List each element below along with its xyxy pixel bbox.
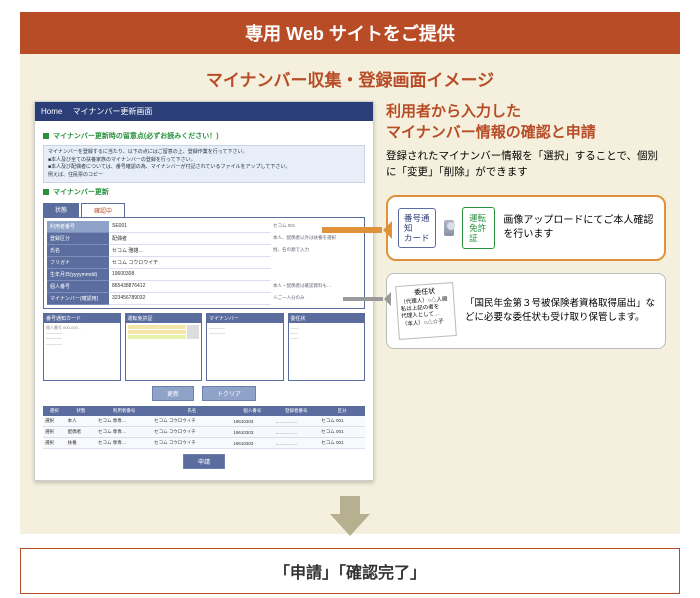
th: 登録者番号 xyxy=(273,406,319,416)
form: 利用者番号SE001セコム 001 登録区分配偶者本人、配偶者以外は扶養を選択 … xyxy=(43,217,365,309)
hero-banner: 専用 Web サイトをご提供 xyxy=(20,12,680,54)
callout-upload-text: 画像アップロードにてご本人確認を行います xyxy=(503,214,654,242)
card-tsuchi[interactable]: 番号通知カード個人番号 000-000…―――――――――――― xyxy=(43,313,121,381)
pointer-icon xyxy=(322,221,392,239)
records-table: 選択 状態 利用者番号 氏名 個人番号 登録者番号 区分 選択本人セコム 専専…… xyxy=(43,406,365,449)
tab-status[interactable]: 状態 xyxy=(43,203,79,217)
th: 氏名 xyxy=(152,406,231,416)
f-lab: 個人番号 xyxy=(47,281,109,293)
lead-line2: マイナンバー情報の確認と申請 xyxy=(386,122,666,143)
f-lab: 利用者番号 xyxy=(47,221,109,233)
f-val[interactable]: 配偶者 xyxy=(109,233,271,245)
tag-tsuchi-card: 番号通知カード xyxy=(398,208,436,249)
callout-upload: 番号通知カード 運転免許証 画像アップロードにてご本人確認を行います xyxy=(386,195,666,262)
note-line: マイナンバーを登録するに当たり、以下の点にはご留意の上、登録作業を行って下さい。 xyxy=(48,149,360,157)
note-line: ■本人及び全ての扶養家族のマイナンバーの登録を行って下さい。 xyxy=(48,157,360,165)
stage: マイナンバー収集・登録画面イメージ Home マイナンバー更新画面 マイナンバー… xyxy=(20,54,680,534)
callout-ininjo: 委任状 （代理人）○△人殿 私は上記の者を 代理人として… （本人）○△☆子 「… xyxy=(386,273,666,349)
table-row[interactable]: 選択配偶者セコム 専専…セコム コウロウイチ19610303……………セコム 0… xyxy=(43,427,365,438)
nav-bar: Home マイナンバー更新画面 xyxy=(35,102,373,121)
section-update-title: マイナンバー更新 xyxy=(43,187,365,197)
f-val[interactable]: 19600308 xyxy=(109,269,271,281)
f-val[interactable]: セコム コウロウイチ xyxy=(109,257,271,269)
right-column: 利用者から入力した マイナンバー情報の確認と申請 登録されたマイナンバー情報を「… xyxy=(386,101,666,349)
card-ininjo[interactable]: 委任状―――――― xyxy=(288,313,366,381)
footer-step: 「申請」「確認完了」 xyxy=(20,548,680,594)
tabs: 状態 確認中 xyxy=(43,203,365,217)
f-ext xyxy=(271,269,361,281)
submit-button[interactable]: 申請 xyxy=(183,454,225,469)
clear-button[interactable]: トクリア xyxy=(202,386,256,401)
nav-home[interactable]: Home xyxy=(41,107,62,116)
tab-confirming[interactable]: 確認中 xyxy=(81,203,125,217)
f-lab: 生年月日(yyyymmdd) xyxy=(47,269,109,281)
f-val[interactable]: セコム 雅雄… xyxy=(109,245,271,257)
update-button[interactable]: 更新 xyxy=(152,386,194,401)
card-mynumber[interactable]: マイナンバー―――――――― xyxy=(206,313,284,381)
f-ext: 姓、名の順で入力 xyxy=(271,245,361,257)
doc-cards: 番号通知カード個人番号 000-000…―――――――――――― 運転免許証 マ… xyxy=(43,313,365,381)
f-val[interactable]: 323456789032 xyxy=(109,293,271,305)
table-row[interactable]: 選択扶養セコム 専専…セコム コウロウイチ19610303……………セコム 00… xyxy=(43,438,365,449)
f-val[interactable]: 865438876412 xyxy=(109,281,271,293)
th: 選択 xyxy=(43,406,66,416)
f-lab: マイナンバー(確認用) xyxy=(47,293,109,305)
f-lab: フリガナ xyxy=(47,257,109,269)
th: 個人番号 xyxy=(231,406,273,416)
f-ext xyxy=(271,257,361,269)
ininjo-memo: 委任状 （代理人）○△人殿 私は上記の者を 代理人として… （本人）○△☆子 xyxy=(395,282,457,340)
person-icon xyxy=(444,220,455,236)
f-lab: 氏名 xyxy=(47,245,109,257)
tag-license: 運転免許証 xyxy=(462,207,495,250)
lead-line1: 利用者から入力した xyxy=(386,101,666,122)
f-lab: 登録区分 xyxy=(47,233,109,245)
notice-box: マイナンバーを登録するに当たり、以下の点にはご留意の上、登録作業を行って下さい。… xyxy=(43,145,365,183)
nav-crumb: マイナンバー更新画面 xyxy=(73,107,153,116)
table-row[interactable]: 選択本人セコム 専専…セコム コウロウイチ19610303……………セコム 00… xyxy=(43,416,365,427)
th: 状態 xyxy=(66,406,96,416)
pointer-icon xyxy=(343,292,391,306)
note-line: 例えば、住民票のコピー xyxy=(48,172,360,180)
app-screenshot: Home マイナンバー更新画面 マイナンバー更新時の留意点(必ずお読みください！… xyxy=(34,101,374,481)
section-notice-title: マイナンバー更新時の留意点(必ずお読みください！) xyxy=(43,131,365,141)
th: 区分 xyxy=(319,406,365,416)
subtitle: マイナンバー収集・登録画面イメージ xyxy=(34,66,666,91)
lead-desc: 登録されたマイナンバー情報を「選択」することで、個別に「変更」「削除」ができます xyxy=(386,149,666,181)
th: 利用者番号 xyxy=(96,406,152,416)
note-line: ■本人及び配偶者については、番号確認の為、マイナンバーが付記されているファイルを… xyxy=(48,164,360,172)
f-val[interactable]: SE001 xyxy=(109,221,271,233)
flow-arrow-icon xyxy=(330,514,370,536)
callout-ininjo-text: 「国民年金第３号被保険者資格取得届出」などに必要な委任状も受け取り保管します。 xyxy=(465,297,655,326)
card-license[interactable]: 運転免許証 xyxy=(125,313,203,381)
